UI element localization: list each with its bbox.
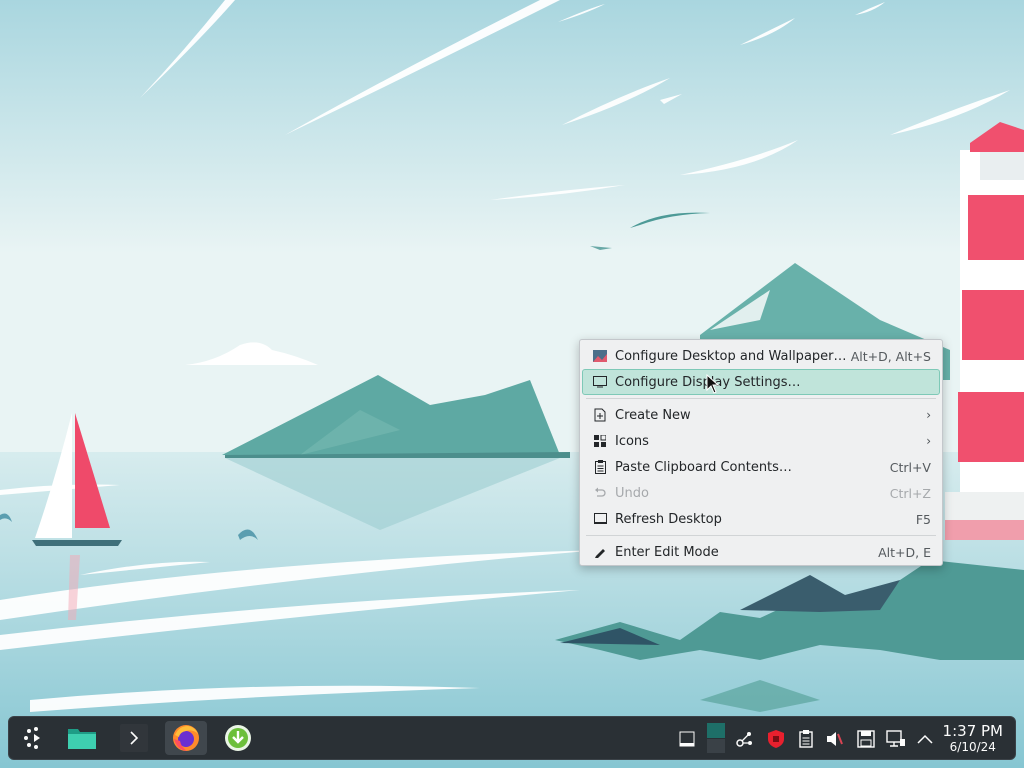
- expand-tray-button[interactable]: [915, 729, 935, 749]
- virtual-desktop-icon: [707, 723, 725, 753]
- expand-tray-icon: [917, 734, 933, 744]
- menu-item-configure-desktop[interactable]: Configure Desktop and Wallpaper… Alt+D, …: [582, 343, 940, 369]
- volume-button[interactable]: [825, 729, 845, 749]
- menu-item-label: Undo: [615, 485, 649, 501]
- wallpaper-icon: [593, 349, 607, 363]
- menu-item-shortcut: Ctrl+Z: [889, 485, 931, 501]
- network-icon: [886, 730, 905, 747]
- taskbar-panel: 1:37 PM 6/10/24: [8, 716, 1016, 760]
- undo-icon: [593, 486, 607, 500]
- application-launcher-button[interactable]: [13, 721, 55, 755]
- kde-launcher-icon: [24, 727, 40, 749]
- virtual-desktop-pager[interactable]: [706, 723, 726, 753]
- menu-item-shortcut: Alt+D, E: [878, 544, 931, 560]
- display-icon: [593, 375, 607, 389]
- edit-pencil-icon: [593, 545, 607, 559]
- menu-item-shortcut: Alt+D, Alt+S: [850, 348, 931, 364]
- show-desktop-button[interactable]: [677, 729, 697, 749]
- menu-item-paste[interactable]: Paste Clipboard Contents… Ctrl+V: [582, 454, 940, 480]
- clock-time: 1:37 PM: [942, 722, 1003, 740]
- menu-item-label: Icons: [615, 433, 649, 449]
- file-manager-button[interactable]: [61, 721, 103, 755]
- menu-item-edit-mode[interactable]: Enter Edit Mode Alt+D, E: [582, 539, 940, 565]
- terminal-button[interactable]: [113, 721, 155, 755]
- menu-item-label: Enter Edit Mode: [615, 544, 719, 560]
- menu-item-icons[interactable]: Icons ›: [582, 428, 940, 454]
- menu-separator: [586, 398, 936, 399]
- clock-date: 6/10/24: [949, 740, 996, 754]
- kde-connect-icon: [736, 732, 752, 747]
- show-desktop-icon: [679, 731, 695, 747]
- storage-button[interactable]: [856, 729, 876, 749]
- updates-button[interactable]: [217, 721, 259, 755]
- chevron-right-icon: ›: [926, 434, 931, 448]
- digital-clock[interactable]: 1:37 PM 6/10/24: [943, 722, 1003, 754]
- menu-item-label: Refresh Desktop: [615, 511, 722, 527]
- new-document-icon: [593, 408, 607, 422]
- firefox-button[interactable]: [165, 721, 207, 755]
- menu-item-label: Paste Clipboard Contents…: [615, 459, 792, 475]
- refresh-icon: [593, 512, 607, 526]
- network-button[interactable]: [886, 729, 906, 749]
- folder-icon: [68, 729, 96, 749]
- menu-item-create-new[interactable]: Create New ›: [582, 402, 940, 428]
- menu-item-configure-display[interactable]: Configure Display Settings…: [582, 369, 940, 395]
- volume-muted-icon: [827, 732, 843, 746]
- clipboard-icon: [593, 460, 607, 474]
- menu-item-undo[interactable]: Undo Ctrl+Z: [582, 480, 940, 506]
- icons-grid-icon: [593, 434, 607, 448]
- chevron-right-icon: ›: [926, 408, 931, 422]
- storage-icon: [857, 730, 875, 748]
- firefox-icon: [173, 725, 199, 751]
- security-button[interactable]: [766, 729, 786, 749]
- kde-connect-button[interactable]: [735, 729, 755, 749]
- clipboard-tray-icon: [799, 730, 813, 748]
- terminal-icon: [120, 724, 148, 752]
- mouse-cursor-icon: [706, 374, 720, 394]
- menu-item-refresh[interactable]: Refresh Desktop F5: [582, 506, 940, 532]
- menu-item-label: Configure Display Settings…: [615, 374, 801, 390]
- clipboard-tray-button[interactable]: [796, 729, 816, 749]
- menu-separator: [586, 535, 936, 536]
- menu-item-label: Configure Desktop and Wallpaper…: [615, 348, 847, 364]
- download-arrow-icon: [225, 725, 251, 751]
- menu-item-label: Create New: [615, 407, 691, 423]
- menu-item-shortcut: Ctrl+V: [889, 459, 931, 475]
- security-shield-icon: [768, 730, 784, 748]
- menu-item-shortcut: F5: [915, 511, 931, 527]
- desktop-context-menu: Configure Desktop and Wallpaper… Alt+D, …: [579, 339, 943, 566]
